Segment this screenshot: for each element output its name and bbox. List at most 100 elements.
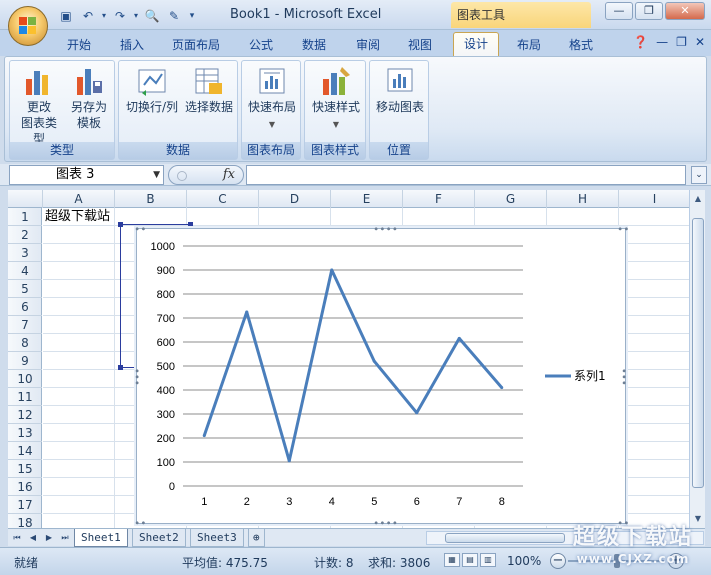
last-sheet-icon[interactable]: ⏭ (58, 531, 72, 544)
row-header[interactable]: 1 (8, 208, 42, 226)
row-header[interactable]: 6 (8, 298, 42, 316)
tab-layout[interactable]: 布局 (517, 35, 541, 55)
resize-handle[interactable]: ∙∙ (134, 225, 147, 235)
column-header[interactable]: F (403, 190, 475, 208)
scrollbar-thumb[interactable] (692, 218, 704, 488)
row-header[interactable]: 7 (8, 316, 42, 334)
column-header[interactable]: G (475, 190, 547, 208)
tab-insert[interactable]: 插入 (120, 35, 144, 55)
row-header[interactable]: 17 (8, 496, 42, 514)
data-point (202, 434, 206, 438)
column-header[interactable]: H (547, 190, 619, 208)
column-header[interactable]: D (259, 190, 331, 208)
tab-page-layout[interactable]: 页面布局 (172, 35, 220, 55)
formula-input[interactable] (246, 165, 686, 185)
quick-layout-button[interactable]: 快速布局 ▼ (244, 65, 300, 133)
cell-a1[interactable]: 超级下载站 (45, 208, 110, 226)
select-data-button[interactable]: 选择数据 (181, 65, 237, 115)
scrollbar-thumb[interactable] (445, 533, 565, 543)
expand-formula-bar-icon[interactable]: ⌄ (691, 166, 707, 184)
close-icon[interactable]: ✕ (695, 35, 705, 49)
chart-area[interactable]: 0 100 200 300 400 500 600 700 800 900 1000 1 2 3 4 5 6 7 8… (134, 225, 630, 529)
restore-icon[interactable]: ❐ (635, 2, 663, 20)
tab-format[interactable]: 格式 (569, 35, 593, 55)
sheet-tab-2[interactable]: Sheet2 (132, 529, 186, 547)
resize-handle[interactable]: ∙∙ (134, 519, 147, 529)
group-chart-styles: 快速样式 ▼ 图表样式 (304, 60, 366, 160)
row-header[interactable]: 14 (8, 442, 42, 460)
column-header[interactable]: I (619, 190, 689, 208)
switch-row-column-button[interactable]: 切换行/列 (123, 65, 181, 115)
quick-style-button[interactable]: 快速样式 ▼ (307, 65, 365, 133)
row-header[interactable]: 2 (8, 226, 42, 244)
move-chart-button[interactable]: 移动图表 (372, 65, 428, 115)
tab-formulas[interactable]: 公式 (249, 35, 273, 55)
range-handle[interactable] (188, 222, 193, 227)
close-icon[interactable]: ✕ (665, 2, 705, 20)
resize-handle[interactable]: ∙∙∙∙ (373, 519, 398, 529)
vertical-scrollbar[interactable]: ▲ ▼ (689, 190, 705, 528)
sheet-tab-3[interactable]: Sheet3 (190, 529, 244, 547)
row-header[interactable]: 11 (8, 388, 42, 406)
tab-design[interactable]: 设计 (453, 32, 500, 57)
name-box[interactable]: 图表 3 ▼ (9, 165, 164, 185)
zoom-level[interactable]: 100% (507, 554, 541, 568)
minimize-icon[interactable]: — (605, 2, 633, 20)
column-header[interactable]: A (43, 190, 115, 208)
row-header[interactable]: 4 (8, 262, 42, 280)
customize-qat-icon[interactable]: ▾ (186, 7, 198, 25)
tools-icon[interactable]: ✎ (164, 7, 184, 25)
page-layout-view-icon[interactable]: ▤ (462, 553, 478, 567)
row-header[interactable]: 8 (8, 334, 42, 352)
range-handle[interactable] (118, 222, 123, 227)
resize-handle[interactable]: ∙ ∙ ∙ (134, 367, 140, 389)
column-header[interactable]: B (115, 190, 187, 208)
dropdown-icon[interactable]: ▼ (153, 166, 160, 184)
dropdown-icon[interactable]: ▾ (100, 7, 108, 25)
save-as-template-button[interactable]: 另存为 模板 (66, 65, 112, 131)
tab-home[interactable]: 开始 (67, 35, 91, 55)
row-header[interactable]: 5 (8, 280, 42, 298)
dropdown-icon: ▼ (332, 120, 340, 129)
print-preview-icon[interactable]: 🔍 (142, 7, 162, 25)
normal-view-icon[interactable]: ▦ (444, 553, 460, 567)
redo-icon[interactable]: ↷ (110, 7, 130, 25)
insert-sheet-icon[interactable]: ⊕ (248, 529, 265, 547)
resize-handle[interactable]: ∙ ∙ ∙ (621, 367, 627, 389)
column-header[interactable]: E (331, 190, 403, 208)
prev-sheet-icon[interactable]: ◀ (26, 531, 40, 544)
next-sheet-icon[interactable]: ▶ (42, 531, 56, 544)
select-all-corner[interactable] (8, 190, 43, 208)
minimize-icon[interactable]: — (656, 35, 668, 49)
restore-icon[interactable]: ❐ (676, 35, 687, 49)
help-icon[interactable]: ❓ (633, 35, 648, 49)
row-header[interactable]: 18 (8, 514, 42, 528)
tab-view[interactable]: 视图 (408, 35, 432, 55)
row-header[interactable]: 12 (8, 406, 42, 424)
column-header[interactable]: C (187, 190, 259, 208)
range-handle[interactable] (118, 365, 123, 370)
change-chart-type-button[interactable]: 更改 图表类型 (16, 65, 62, 147)
row-header[interactable]: 10 (8, 370, 42, 388)
insert-function-icon[interactable]: fx (223, 167, 235, 182)
row-header[interactable]: 16 (8, 478, 42, 496)
row-header[interactable]: 3 (8, 244, 42, 262)
undo-icon[interactable]: ↶ (78, 7, 98, 25)
page-break-view-icon[interactable]: ▥ (480, 553, 496, 567)
row-header[interactable]: 15 (8, 460, 42, 478)
tab-data[interactable]: 数据 (302, 35, 326, 55)
group-location: 移动图表 位置 (369, 60, 429, 160)
save-icon[interactable]: ▣ (56, 7, 76, 25)
row-header[interactable]: 9 (8, 352, 42, 370)
select-data-label: 选择数据 (184, 100, 233, 114)
first-sheet-icon[interactable]: ⏮ (10, 531, 24, 544)
tab-review[interactable]: 审阅 (356, 35, 380, 55)
sheet-tab-1[interactable]: Sheet1 (74, 529, 128, 547)
resize-handle[interactable]: ∙∙∙∙ (373, 225, 398, 235)
y-tick-label: 500 (157, 361, 175, 373)
dropdown-icon[interactable]: ▾ (132, 7, 140, 25)
resize-handle[interactable]: ∙∙ (617, 225, 630, 235)
scroll-up-icon[interactable]: ▲ (691, 192, 705, 206)
office-button[interactable] (8, 6, 48, 46)
row-header[interactable]: 13 (8, 424, 42, 442)
